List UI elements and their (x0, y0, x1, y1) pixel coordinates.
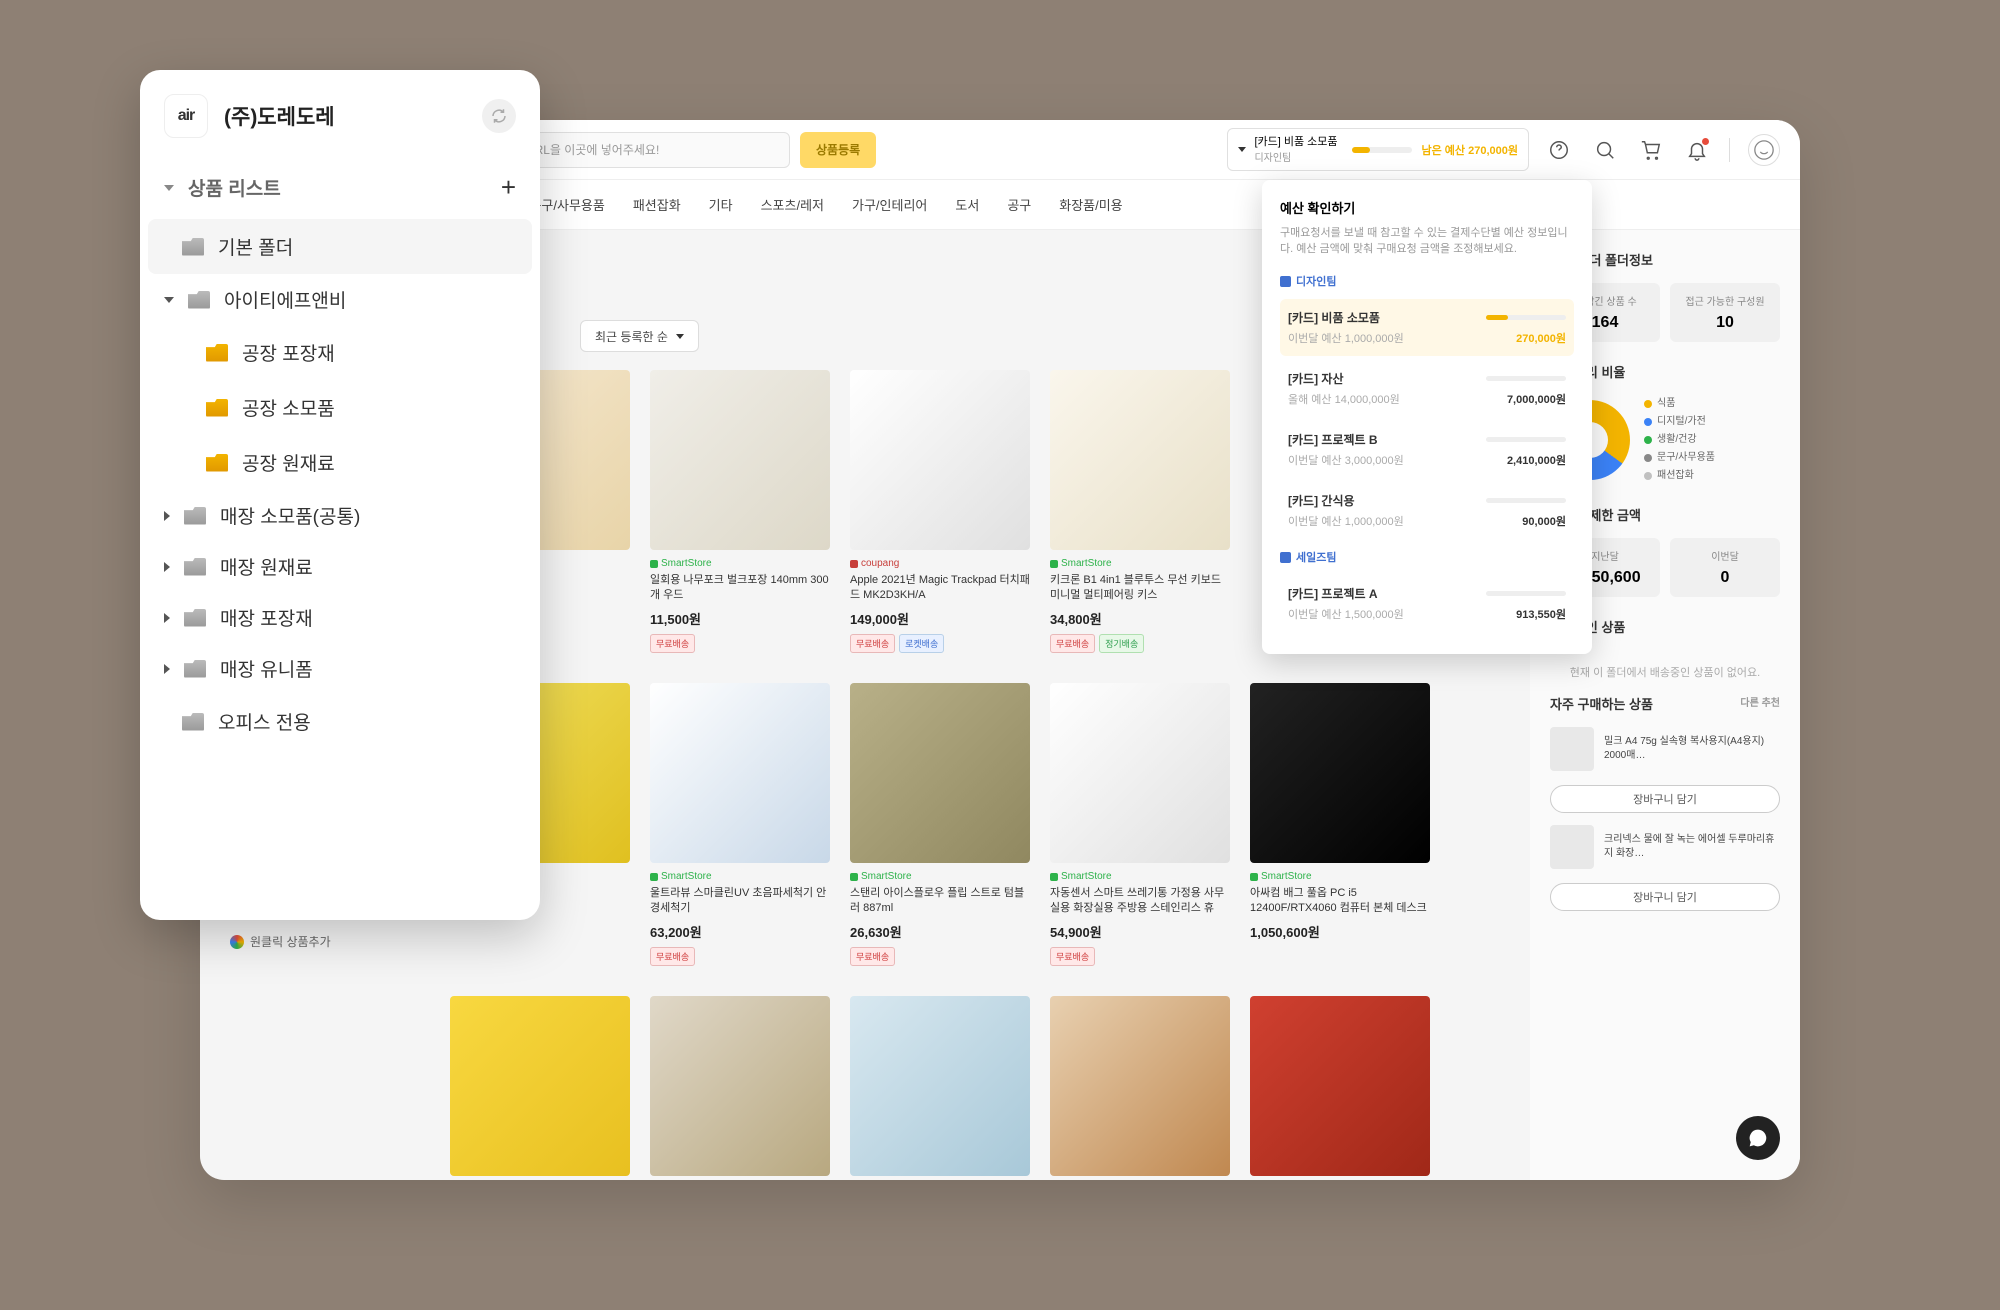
sidebar-item-factory-supplies[interactable]: 공장 소모품 (140, 380, 540, 435)
chevron-right-icon (164, 562, 170, 572)
budget-item[interactable]: [카드] 자산올해 예산 14,000,000원7,000,000원 (1280, 360, 1574, 417)
sidebar-item-itfnb[interactable]: 아이티에프앤비 (140, 274, 540, 325)
logo[interactable]: air (164, 94, 208, 138)
budget-item[interactable]: [카드] 비품 소모품이번달 예산 1,000,000원270,000원 (1280, 299, 1574, 356)
budget-item[interactable]: [카드] 프로젝트 A이번달 예산 1,500,000원913,550원 (1280, 575, 1574, 632)
product-card[interactable]: SmartStore아싸컴 배그 풀옵 PC i5 12400F/RTX4060… (1250, 683, 1430, 966)
cat-item[interactable]: 패션잡화 (633, 195, 681, 214)
cat-item[interactable]: 문구/사무용품 (529, 195, 604, 214)
product-card[interactable] (650, 996, 830, 1176)
product-card[interactable] (1050, 996, 1230, 1176)
add-folder-icon[interactable]: + (501, 172, 516, 203)
chevron-down-icon (1238, 147, 1246, 152)
sidebar-header: air (주)도레도레 (140, 76, 540, 156)
budget-item[interactable]: [카드] 프로젝트 B이번달 예산 3,000,000원2,410,000원 (1280, 421, 1574, 478)
chevron-right-icon (164, 613, 170, 623)
oneclick-add[interactable]: 원클릭 상품추가 (230, 933, 331, 950)
folder-icon (188, 291, 210, 309)
folder-icon (184, 558, 206, 576)
sync-icon[interactable] (482, 99, 516, 133)
cat-item[interactable]: 가구/인테리어 (852, 195, 927, 214)
folder-icon (184, 660, 206, 678)
cat-item[interactable]: 화장품/미용 (1059, 195, 1122, 214)
sidebar-item-office[interactable]: 오피스 전용 (140, 694, 540, 749)
folder-icon (182, 713, 204, 731)
add-cart-button[interactable]: 장바구니 담기 (1550, 785, 1780, 813)
bell-icon[interactable] (1683, 136, 1711, 164)
folder-sidebar: air (주)도레도레 상품 리스트 + 기본 폴더 아이티에프앤비 공장 포장… (140, 70, 540, 920)
chart-legend: 식품디지털/가전생활/건강문구/사무용품패션잡화 (1644, 395, 1715, 485)
budget-progress-bar (1352, 147, 1412, 153)
notification-dot (1702, 138, 1709, 145)
sort-dropdown[interactable]: 최근 등록한 순 (580, 320, 699, 352)
folder-icon (184, 507, 206, 525)
cat-item[interactable]: 스포츠/레저 (761, 195, 824, 214)
topbar: 등록할 상품의 URL을 이곳에 넣어주세요! 상품등록 [카드] 비품 소모품… (420, 120, 1800, 180)
sidebar-item-store-materials[interactable]: 매장 원재료 (140, 541, 540, 592)
sidebar-item-default[interactable]: 기본 폴더 (148, 219, 532, 274)
product-card[interactable]: SmartStore키크론 B1 4in1 블루투스 무선 키보드 미니멀 멀티… (1050, 370, 1230, 653)
chevron-right-icon (164, 664, 170, 674)
stat-members: 접근 가능한 구성원10 (1670, 283, 1780, 342)
more-recommend[interactable]: 다른 추천 (1740, 694, 1780, 709)
cat-item[interactable]: 공구 (1007, 195, 1031, 214)
search-icon[interactable] (1591, 136, 1619, 164)
sidebar-item-store-uniform[interactable]: 매장 유니폼 (140, 643, 540, 694)
store-badge: SmartStore (1050, 558, 1230, 569)
add-cart-button[interactable]: 장바구니 담기 (1550, 883, 1780, 911)
cat-item[interactable]: 기타 (709, 195, 733, 214)
budget-team-name: 디자인팀 (1254, 149, 1337, 164)
budget-remaining: 남은 예산 270,000원 (1422, 142, 1518, 158)
sidebar-item-store-supplies[interactable]: 매장 소모품(공통) (140, 490, 540, 541)
product-card[interactable]: SmartStore일회용 나무포크 벌크포장 140mm 300개 우드11,… (650, 370, 830, 653)
sidebar-item-factory-materials[interactable]: 공장 원재료 (140, 435, 540, 490)
team-header: 디자인팀 (1280, 273, 1574, 289)
product-card[interactable]: SmartStore자동센서 스마트 쓰레기통 가정용 사무실용 화장실용 주방… (1050, 683, 1230, 966)
product-card[interactable] (850, 996, 1030, 1176)
product-card[interactable]: SmartStore스탠리 아이스플로우 플립 스트로 텀블러 887ml26,… (850, 683, 1030, 966)
folder-icon (184, 609, 206, 627)
sidebar-item-store-packaging[interactable]: 매장 포장재 (140, 592, 540, 643)
avatar[interactable] (1748, 134, 1780, 166)
topbar-icons (1545, 134, 1780, 166)
chevron-down-icon (164, 297, 174, 303)
freq-buy-title: 자주 구매하는 상품다른 추천 (1550, 694, 1780, 713)
category-nav: 생활/건강 문구/사무용품 패션잡화 기타 스포츠/레저 가구/인테리어 도서 … (420, 180, 1800, 230)
sort-row: 최근 등록한 순 (580, 320, 699, 352)
sidebar-item-factory-packaging[interactable]: 공장 포장재 (140, 325, 540, 380)
product-card[interactable]: SmartStore울트라뷰 스마클린UV 초음파세척기 안경세척기63,200… (650, 683, 830, 966)
team-header: 세일즈팀 (1280, 549, 1574, 565)
help-icon[interactable] (1545, 136, 1573, 164)
popover-title: 예산 확인하기 (1280, 198, 1574, 217)
product-card[interactable]: coupangApple 2021년 Magic Trackpad 터치패드 M… (850, 370, 1030, 653)
folder-icon (206, 399, 228, 417)
folder-icon (182, 238, 204, 256)
product-card[interactable] (450, 996, 630, 1176)
product-card[interactable] (1250, 996, 1430, 1176)
folder-icon (206, 454, 228, 472)
cart-icon[interactable] (1637, 136, 1665, 164)
register-button[interactable]: 상품등록 (800, 132, 876, 168)
store-badge: SmartStore (650, 558, 830, 569)
pay-this: 이번달0 (1670, 538, 1780, 597)
shipping-empty: 현재 이 폴더에서 배송중인 상품이 없어요. (1550, 650, 1780, 694)
budget-selector[interactable]: [카드] 비품 소모품 디자인팀 남은 예산 270,000원 (1227, 128, 1529, 171)
chat-icon[interactable] (1736, 1116, 1780, 1160)
store-badge: coupang (850, 558, 1030, 569)
budget-item[interactable]: [카드] 간식용이번달 예산 1,000,000원90,000원 (1280, 482, 1574, 539)
chevron-right-icon (164, 511, 170, 521)
budget-card-name: [카드] 비품 소모품 (1254, 135, 1337, 149)
freq-buy-item[interactable]: 밀크 A4 75g 실속형 복사용지(A4용지) 2000매… (1550, 727, 1780, 771)
freq-buy-item[interactable]: 크리넥스 물에 잘 녹는 에어셀 두루마리휴지 화장… (1550, 825, 1780, 869)
cat-item[interactable]: 도서 (955, 195, 979, 214)
popover-subtitle: 구매요청서를 보낼 때 참고할 수 있는 결제수단별 예산 정보입니다. 예산 … (1280, 225, 1574, 257)
company-name: (주)도레도레 (224, 101, 466, 131)
section-product-list[interactable]: 상품 리스트 + (140, 156, 540, 219)
chevron-down-icon (164, 185, 174, 191)
budget-popover: 예산 확인하기 구매요청서를 보낼 때 참고할 수 있는 결제수단별 예산 정보… (1262, 180, 1592, 654)
folder-icon (206, 344, 228, 362)
